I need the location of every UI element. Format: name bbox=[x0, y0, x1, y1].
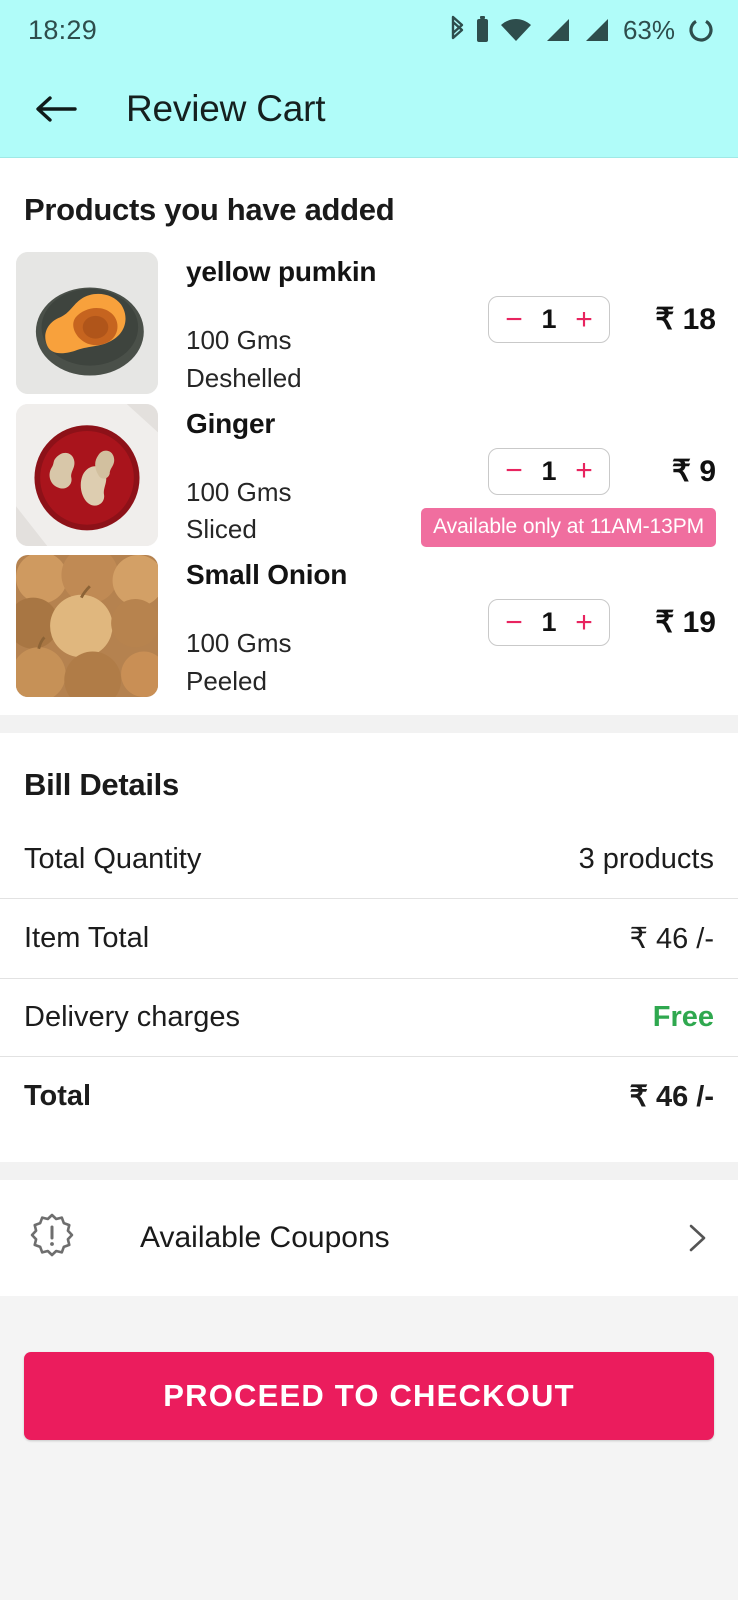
quantity-value: 1 bbox=[541, 607, 557, 638]
back-button[interactable] bbox=[30, 83, 82, 135]
back-arrow-icon bbox=[36, 95, 77, 122]
product-name: yellow pumkin bbox=[186, 256, 377, 287]
product-info: Small Onion 100 Gms Peeled bbox=[158, 555, 454, 701]
product-weight: 100 Gms bbox=[186, 325, 292, 356]
bill-value: ₹ 46 /- bbox=[629, 1080, 714, 1113]
bill-section-title: Bill Details bbox=[24, 766, 179, 802]
product-row[interactable]: Small Onion 100 Gms Peeled − 1 + ₹ 19 bbox=[0, 549, 738, 701]
product-thumbnail bbox=[16, 403, 158, 546]
ginger-photo bbox=[16, 403, 158, 546]
available-coupons-row[interactable]: Available Coupons bbox=[0, 1179, 738, 1296]
product-price: ₹ 18 bbox=[655, 303, 716, 336]
product-price: ₹ 19 bbox=[655, 606, 716, 640]
product-weight: 100 Gms bbox=[186, 476, 292, 507]
product-weight: 100 Gms bbox=[186, 628, 292, 659]
phone-screen: 18:29 63% Review Cart Products you have … bbox=[0, 0, 738, 1600]
availability-badge: Available only at 11AM-13PM bbox=[421, 507, 716, 547]
quantity-value: 1 bbox=[541, 304, 557, 334]
bill-row-delivery-charges: Delivery charges Free bbox=[0, 979, 738, 1057]
quantity-value: 1 bbox=[541, 455, 557, 486]
product-variant: Deshelled bbox=[186, 362, 302, 393]
bill-label: Total bbox=[24, 1079, 92, 1112]
bill-label: Total Quantity bbox=[24, 842, 202, 875]
coupon-badge-icon bbox=[26, 1212, 78, 1264]
scroll-content: Products you have added yellow pumkin 10… bbox=[0, 158, 738, 1600]
yellow-pumpkin-photo bbox=[16, 252, 158, 394]
app-bar: Review Cart bbox=[0, 60, 738, 158]
status-clock: 18:29 bbox=[28, 14, 98, 45]
increment-button[interactable]: + bbox=[571, 456, 597, 486]
product-variant: Peeled bbox=[186, 666, 267, 696]
bill-row-total: Total ₹ 46 /- bbox=[0, 1057, 738, 1136]
battery-percent-label: 63% bbox=[622, 14, 675, 45]
page-title: Review Cart bbox=[126, 87, 326, 129]
product-thumbnail bbox=[16, 252, 158, 394]
checkout-area: PROCEED TO CHECKOUT bbox=[0, 1295, 738, 1440]
bluetooth-icon bbox=[449, 15, 466, 45]
bill-value: ₹ 46 /- bbox=[629, 922, 714, 955]
quantity-stepper[interactable]: − 1 + bbox=[488, 599, 610, 647]
small-onion-photo bbox=[16, 555, 158, 698]
decrement-button[interactable]: − bbox=[501, 456, 527, 486]
battery-ring-icon bbox=[686, 15, 716, 45]
product-meta: 100 Gms Peeled bbox=[186, 625, 454, 700]
product-thumbnail bbox=[16, 555, 158, 698]
product-name: Small Onion bbox=[186, 559, 348, 591]
quantity-stepper[interactable]: − 1 + bbox=[488, 447, 610, 495]
bill-row-item-total: Item Total ₹ 46 /- bbox=[0, 899, 738, 979]
available-coupons-label: Available Coupons bbox=[140, 1220, 390, 1254]
decrement-button[interactable]: − bbox=[501, 304, 527, 335]
product-actions: − 1 + ₹ 18 bbox=[454, 252, 716, 343]
bill-details-card: Bill Details Total Quantity 3 products I… bbox=[0, 732, 738, 1162]
product-actions: − 1 + ₹ 19 bbox=[454, 555, 716, 647]
battery-small-icon bbox=[475, 15, 490, 45]
increment-button[interactable]: + bbox=[571, 607, 597, 638]
qty-price-group: − 1 + ₹ 18 bbox=[454, 296, 716, 343]
product-name: Ginger bbox=[186, 407, 276, 439]
product-row[interactable]: Ginger 100 Gms Sliced − 1 + ₹ 9 Availabl… bbox=[0, 398, 738, 550]
product-price: ₹ 9 bbox=[671, 454, 716, 488]
product-row[interactable]: yellow pumkin 100 Gms Deshelled − 1 + ₹ … bbox=[0, 246, 738, 398]
bill-value-free: Free bbox=[652, 1000, 714, 1033]
signal-bars-2-icon bbox=[581, 15, 611, 45]
products-section-title: Products you have added bbox=[24, 192, 395, 227]
qty-price-group: − 1 + ₹ 19 bbox=[454, 599, 716, 647]
qty-price-group: − 1 + ₹ 9 bbox=[454, 447, 716, 495]
increment-button[interactable]: + bbox=[571, 304, 597, 335]
bill-row-total-quantity: Total Quantity 3 products bbox=[0, 821, 738, 899]
bill-label: Item Total bbox=[24, 921, 150, 954]
product-list: yellow pumkin 100 Gms Deshelled − 1 + ₹ … bbox=[0, 246, 738, 715]
chevron-right-icon[interactable] bbox=[682, 1223, 712, 1253]
product-meta: 100 Gms Deshelled bbox=[186, 322, 454, 397]
wifi-icon bbox=[499, 15, 533, 45]
status-bar: 18:29 63% bbox=[0, 0, 738, 60]
product-info: yellow pumkin 100 Gms Deshelled bbox=[158, 252, 454, 398]
signal-bars-icon bbox=[542, 15, 572, 45]
quantity-stepper[interactable]: − 1 + bbox=[488, 296, 610, 343]
status-icon-group: 63% bbox=[449, 15, 716, 46]
bill-value: 3 products bbox=[578, 842, 714, 875]
product-info: Ginger 100 Gms Sliced bbox=[158, 404, 454, 550]
products-card: Products you have added yellow pumkin 10… bbox=[0, 158, 738, 715]
product-variant: Sliced bbox=[186, 514, 257, 545]
section-divider bbox=[0, 1161, 738, 1180]
product-actions: − 1 + ₹ 9 Available only at 11AM-13PM bbox=[421, 404, 716, 547]
decrement-button[interactable]: − bbox=[501, 607, 527, 638]
bill-label: Delivery charges bbox=[24, 1000, 240, 1033]
product-meta: 100 Gms Sliced bbox=[186, 474, 454, 549]
section-divider bbox=[0, 714, 738, 733]
proceed-to-checkout-button[interactable]: PROCEED TO CHECKOUT bbox=[24, 1351, 714, 1440]
